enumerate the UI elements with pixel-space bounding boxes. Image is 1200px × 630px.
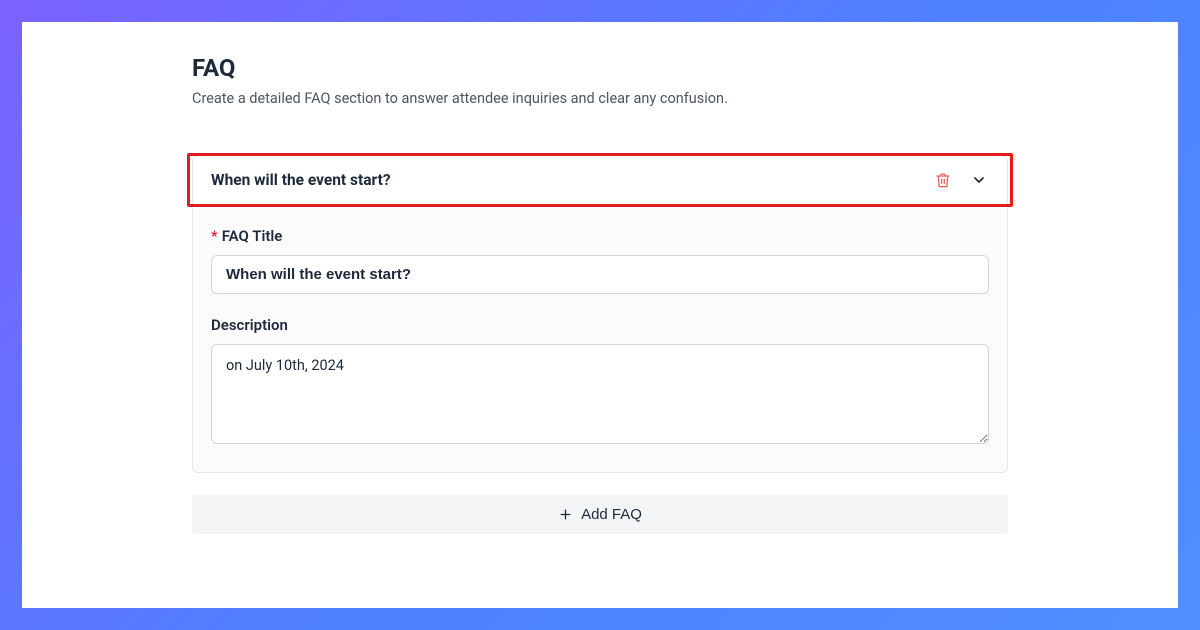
faq-header-title: When will the event start? — [211, 171, 391, 189]
faq-description-label: Description — [211, 316, 989, 334]
chevron-down-icon — [971, 172, 987, 188]
required-asterisk: * — [211, 227, 218, 245]
app-window: FAQ Create a detailed FAQ section to ans… — [22, 22, 1178, 608]
page-subtitle: Create a detailed FAQ section to answer … — [192, 90, 1008, 107]
faq-title-label-text: FAQ Title — [222, 227, 283, 245]
faq-title-label: *FAQ Title — [211, 227, 989, 245]
plus-icon — [558, 507, 573, 522]
faq-card: When will the event start? — [192, 155, 1008, 473]
collapse-toggle-button[interactable] — [969, 170, 989, 190]
faq-body: *FAQ Title Description — [193, 205, 1007, 472]
delete-faq-button[interactable] — [933, 170, 953, 190]
faq-title-input[interactable] — [211, 255, 989, 294]
trash-icon — [935, 172, 951, 188]
page-title: FAQ — [192, 54, 1008, 82]
add-faq-label: Add FAQ — [581, 506, 642, 523]
faq-header-actions — [933, 170, 989, 190]
faq-header[interactable]: When will the event start? — [193, 156, 1007, 205]
faq-description-textarea[interactable] — [211, 344, 989, 444]
add-faq-button[interactable]: Add FAQ — [192, 495, 1008, 534]
